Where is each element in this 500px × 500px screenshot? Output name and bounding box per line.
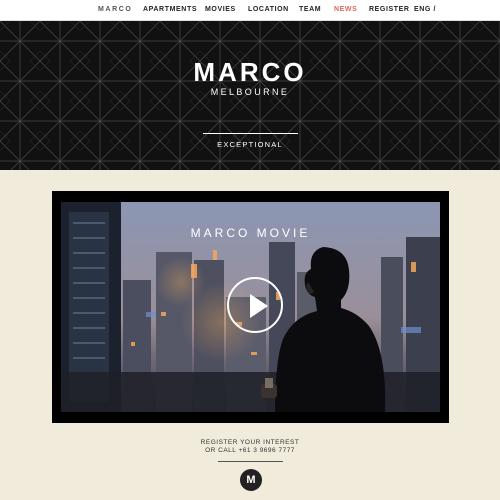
marco-logo-icon[interactable]: M — [240, 469, 262, 491]
nav-item-location[interactable]: LOCATION — [248, 0, 289, 20]
video-player[interactable]: MARCO MOVIE — [52, 191, 449, 423]
video-title: MARCO MOVIE — [190, 226, 311, 240]
hero-divider — [203, 133, 298, 134]
nav-item-movies[interactable]: MOVIES — [205, 0, 236, 20]
hero-subtitle: MELBOURNE — [210, 87, 290, 97]
nav-item-news[interactable]: NEWS — [334, 0, 357, 20]
footer-divider — [218, 461, 283, 462]
hero-tagline: EXCEPTIONAL — [217, 140, 283, 149]
call-number-link[interactable]: OR CALL +61 3 9696 7777 — [0, 447, 500, 454]
nav-item-language[interactable]: ENG / — [414, 0, 436, 20]
hero-banner: MARCO MELBOURNE EXCEPTIONAL — [0, 21, 500, 170]
register-interest-link[interactable]: REGISTER YOUR INTEREST — [0, 439, 500, 446]
nav-item-register[interactable]: REGISTER — [369, 0, 410, 20]
play-icon — [250, 294, 268, 318]
top-nav: MARCO APARTMENTS MOVIES LOCATION TEAM NE… — [0, 0, 500, 21]
nav-item-apartments[interactable]: APARTMENTS — [143, 0, 197, 20]
hero-title: MARCO — [193, 57, 307, 87]
nav-logo[interactable]: MARCO — [98, 0, 132, 20]
nav-item-team[interactable]: TEAM — [299, 0, 321, 20]
play-button[interactable] — [227, 277, 283, 333]
video-poster[interactable]: MARCO MOVIE — [61, 202, 440, 412]
